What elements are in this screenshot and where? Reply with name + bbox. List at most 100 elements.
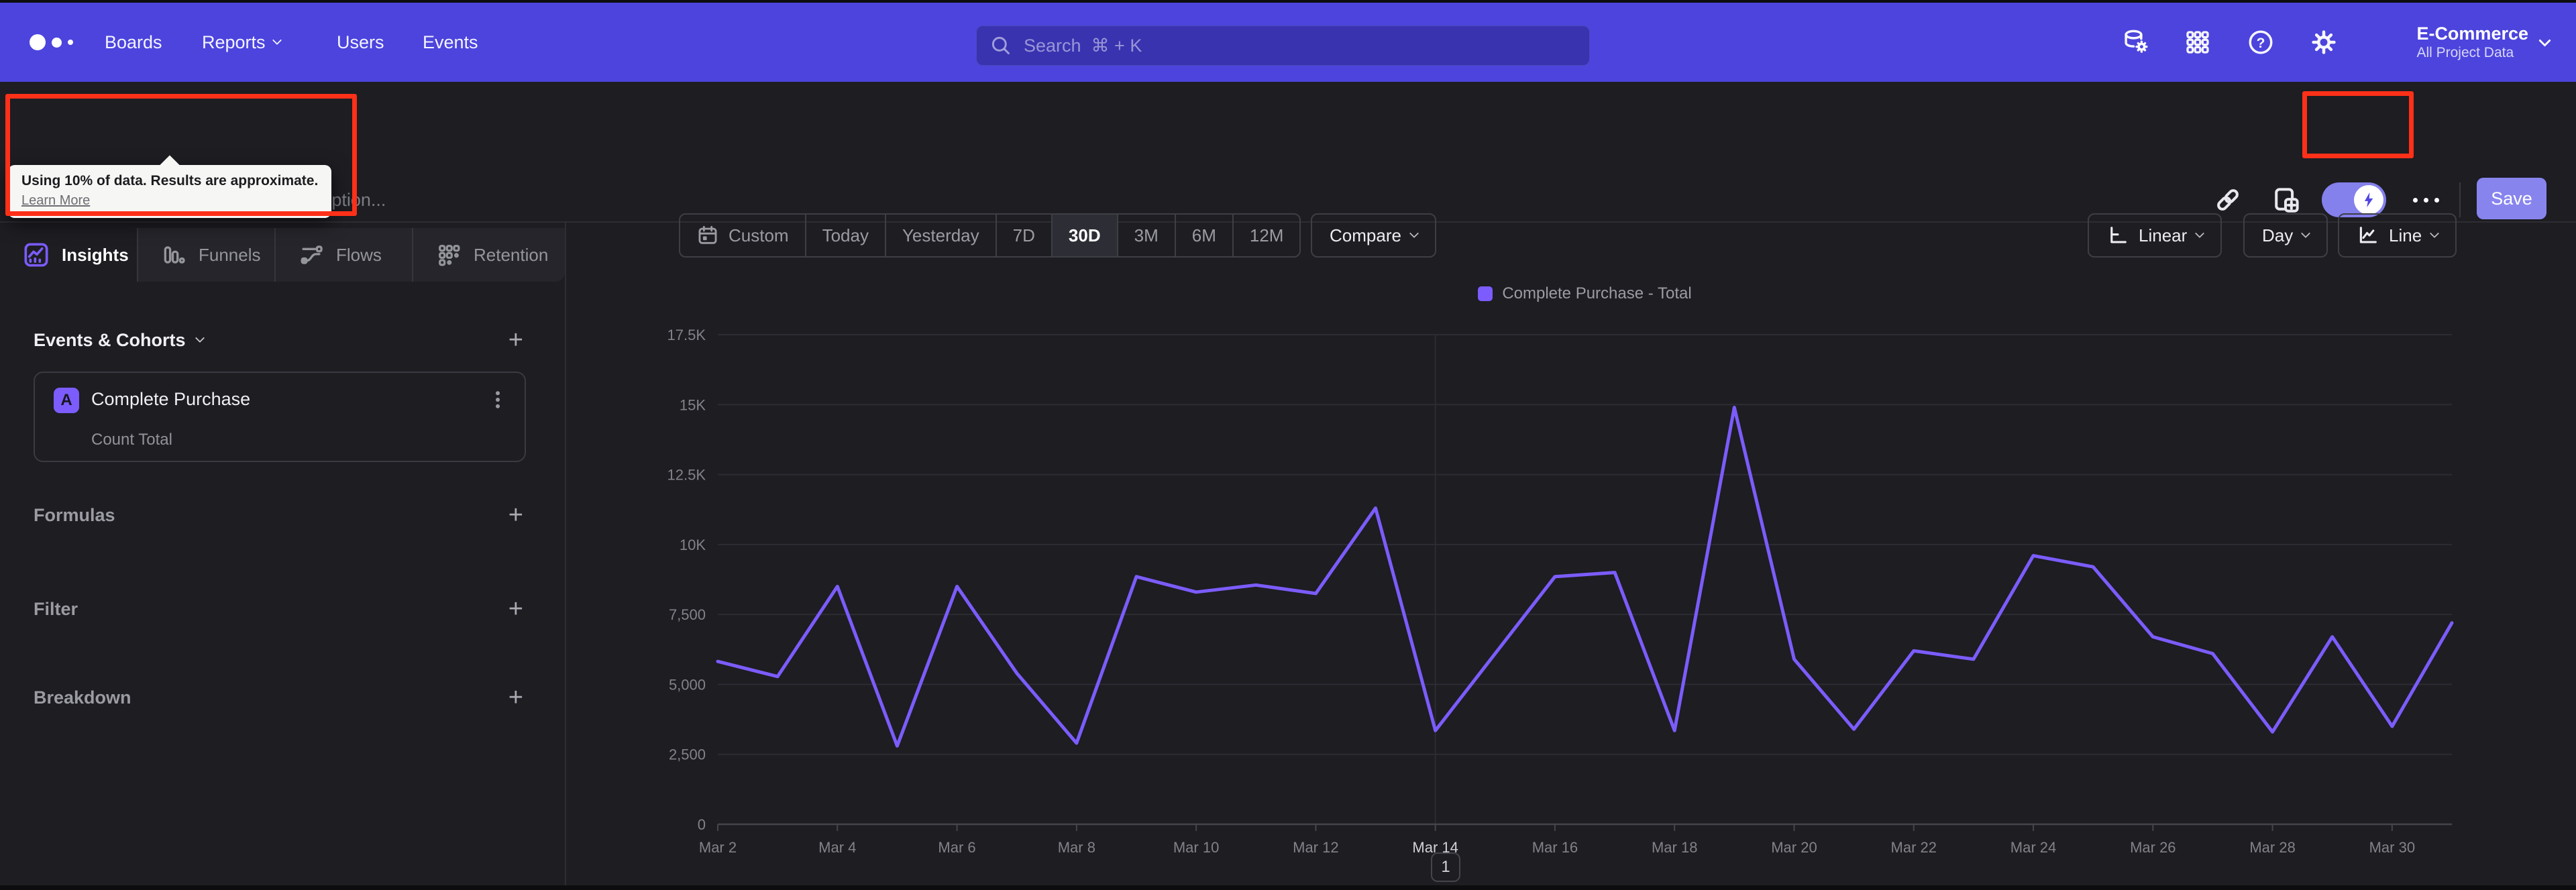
nav-item-reports[interactable]: Reports	[202, 3, 282, 82]
svg-text:?: ?	[2257, 36, 2265, 51]
search-input[interactable]	[1022, 34, 1576, 57]
x-axis-label: Mar 28	[2249, 839, 2295, 856]
calendar-icon	[696, 224, 719, 247]
chart-type-selector[interactable]: Line	[2338, 213, 2457, 258]
mixpanel-logo-icon[interactable]	[30, 3, 73, 82]
button-label: Linear	[2139, 225, 2188, 245]
range-label: 3M	[1134, 225, 1159, 245]
range-6m[interactable]: 6M	[1174, 215, 1232, 256]
range-today[interactable]: Today	[804, 215, 885, 256]
left-panel: Insights Funnels Flows Retention Events …	[0, 223, 566, 885]
y-axis-label: 10K	[680, 537, 706, 553]
y-axis-label: 17.5K	[667, 327, 706, 343]
project-name: E-Commerce	[2416, 23, 2528, 44]
x-axis-label: Mar 6	[938, 839, 975, 856]
nav-item-label: Boards	[105, 32, 162, 52]
share-link-icon[interactable]	[2213, 185, 2243, 215]
range-label: 7D	[1012, 225, 1035, 245]
x-axis-label: Mar 22	[1891, 839, 1937, 856]
event-metric[interactable]: Count Total	[91, 431, 172, 449]
range-30d[interactable]: 30D	[1051, 215, 1117, 256]
tab-flows[interactable]: Flows	[274, 228, 412, 282]
nav-item-events[interactable]: Events	[423, 3, 478, 82]
x-axis-label: Mar 20	[1771, 839, 1817, 856]
filter-section: Filter +	[34, 594, 523, 624]
scale-selector[interactable]: Linear	[2088, 213, 2222, 258]
breakdown-section: Breakdown +	[34, 683, 523, 712]
data-management-icon[interactable]	[2105, 28, 2167, 56]
project-scope: All Project Data	[2416, 45, 2514, 60]
legend-label: Complete Purchase - Total	[1502, 284, 1692, 302]
y-axis-label: 2,500	[669, 746, 706, 763]
search-icon	[990, 35, 1012, 56]
chevron-down-icon	[2430, 228, 2440, 239]
nav-item-boards[interactable]: Boards	[105, 3, 162, 82]
global-search[interactable]	[976, 25, 1590, 66]
section-label: Filter	[34, 598, 78, 619]
learn-more-link[interactable]: Learn More	[21, 193, 318, 209]
button-label: Compare	[1330, 225, 1401, 245]
interval-selector[interactable]: Day	[2243, 213, 2328, 258]
chart-legend[interactable]: Complete Purchase - Total	[718, 284, 2452, 303]
chart-series-line[interactable]	[716, 406, 2454, 748]
tab-bar: Insights Funnels Flows Retention	[0, 228, 565, 282]
range-7d[interactable]: 7D	[995, 215, 1051, 256]
kebab-menu-icon[interactable]	[486, 388, 510, 412]
sampling-tooltip: Using 10% of data. Results are approxima…	[8, 165, 332, 218]
x-axis-label: Mar 18	[1652, 839, 1697, 856]
tab-funnels[interactable]: Funnels	[137, 228, 274, 282]
help-icon[interactable]: ?	[2230, 28, 2292, 56]
chevron-down-icon	[2538, 34, 2551, 47]
range-label: Today	[822, 225, 869, 245]
compare-button[interactable]: Compare	[1311, 213, 1436, 258]
y-axis-label: 15K	[680, 396, 706, 413]
linear-axis-icon	[2106, 224, 2129, 247]
settings-gear-icon[interactable]	[2293, 28, 2355, 56]
x-axis-label: Mar 8	[1058, 839, 1095, 856]
lightning-bolt-icon	[2354, 185, 2383, 215]
legend-swatch	[1478, 286, 1493, 301]
nav-item-users[interactable]: Users	[337, 3, 384, 82]
x-axis-label: Mar 10	[1173, 839, 1219, 856]
tab-retention[interactable]: Retention	[412, 228, 565, 282]
add-formula-button[interactable]: +	[508, 502, 523, 528]
x-axis-label: Mar 2	[699, 839, 737, 856]
flows-icon	[299, 242, 324, 268]
section-label: Breakdown	[34, 687, 131, 708]
range-label: 6M	[1191, 225, 1216, 245]
save-button[interactable]: Save	[2477, 178, 2546, 219]
more-options-icon[interactable]	[2407, 182, 2445, 217]
events-cohorts-toggle[interactable]: Events & Cohorts	[34, 330, 205, 351]
events-cohorts-header: Events & Cohorts +	[34, 325, 523, 355]
retention-icon	[436, 242, 462, 268]
event-card[interactable]: A Complete Purchase Count Total	[34, 372, 526, 462]
nav-item-label: Users	[337, 32, 384, 52]
nav-item-label: Events	[423, 32, 478, 52]
add-filter-button[interactable]: +	[508, 596, 523, 622]
apps-grid-icon[interactable]	[2167, 29, 2229, 56]
page-number: 1	[1441, 858, 1450, 876]
sampling-toggle[interactable]	[2322, 182, 2386, 217]
tab-label: Flows	[336, 244, 382, 265]
range-yesterday[interactable]: Yesterday	[884, 215, 996, 256]
pagination-page-1[interactable]: 1	[1431, 852, 1460, 882]
formulas-section: Formulas +	[34, 500, 523, 530]
tab-insights[interactable]: Insights	[0, 228, 137, 282]
button-label: Line	[2389, 225, 2422, 245]
add-breakdown-button[interactable]: +	[508, 685, 523, 710]
add-to-board-icon[interactable]	[2271, 185, 2300, 215]
project-selector[interactable]: E-Commerce All Project Data	[2416, 3, 2551, 82]
event-name: Complete Purchase	[91, 389, 251, 409]
range-3m[interactable]: 3M	[1116, 215, 1175, 256]
add-event-button[interactable]: +	[508, 327, 523, 353]
button-label: Day	[2262, 225, 2294, 245]
x-axis-label: Mar 26	[2130, 839, 2176, 856]
x-axis-label: Mar 24	[2010, 839, 2056, 856]
chevron-down-icon	[2195, 228, 2205, 239]
range-custom[interactable]: Custom	[680, 215, 805, 256]
chevron-down-icon	[195, 333, 205, 343]
funnels-icon	[161, 242, 186, 268]
x-axis-label: Mar 30	[2369, 839, 2415, 856]
date-range-control: Custom Today Yesterday 7D 30D 3M 6M 12M	[679, 213, 1301, 258]
range-12m[interactable]: 12M	[1232, 215, 1300, 256]
